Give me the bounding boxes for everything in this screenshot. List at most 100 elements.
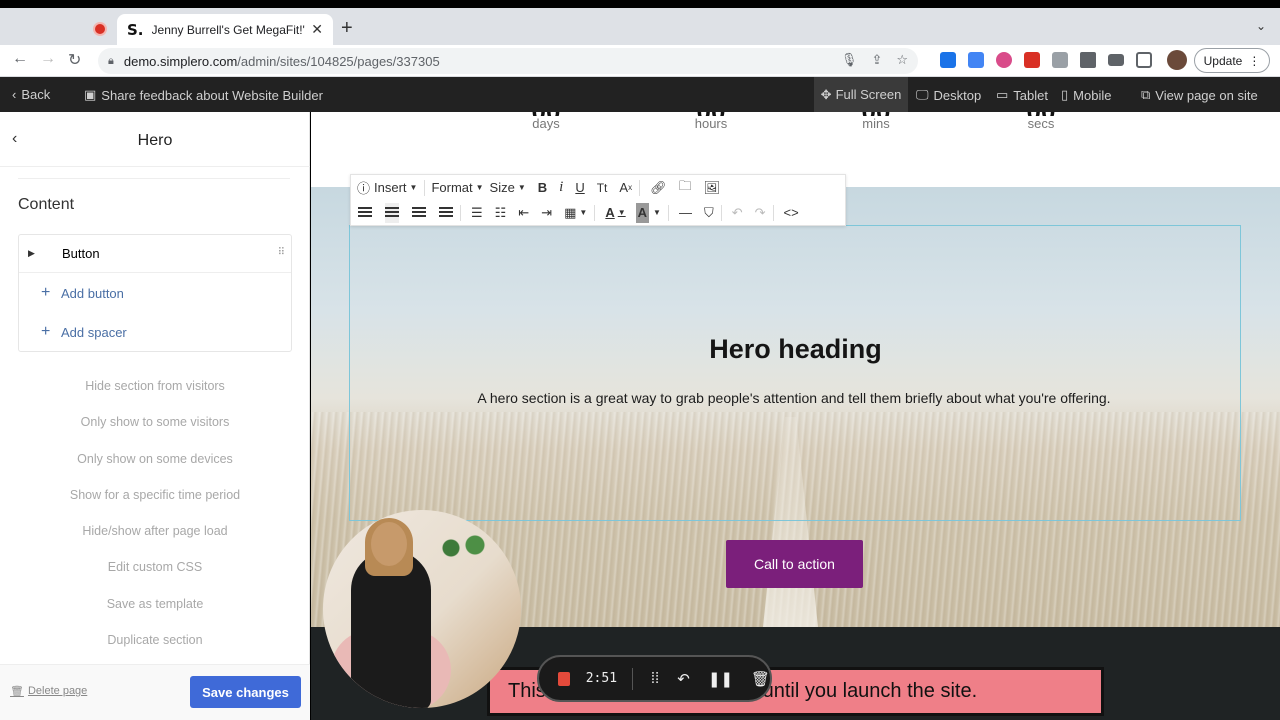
desktop-button[interactable]: 🖵︎ Desktop: [916, 87, 981, 103]
horizontal-rule-icon[interactable]: —: [679, 203, 692, 223]
option-save-template[interactable]: Save as template: [0, 595, 310, 631]
align-left-icon[interactable]: [358, 203, 372, 223]
call-to-action-button[interactable]: Call to action: [726, 540, 863, 588]
size-menu[interactable]: Size ▼: [490, 178, 526, 198]
align-center-icon[interactable]: [385, 202, 399, 223]
delete-page-link[interactable]: 🗑︎ Delete page: [10, 685, 87, 698]
chevron-down-icon[interactable]: ⌄: [1256, 19, 1266, 33]
editable-text-frame[interactable]: [349, 225, 1241, 521]
feedback-link[interactable]: ▣ Share feedback about Website Builder: [84, 87, 323, 103]
option-hide-section[interactable]: Hide section from visitors: [0, 377, 310, 413]
underline-icon[interactable]: U: [575, 178, 584, 198]
browser-tab-bar: S. Jenny Burrell's Get MegaFit!'s ✕ + ⌄: [0, 8, 1280, 45]
avatar[interactable]: [1167, 50, 1187, 70]
divider: [720, 204, 722, 221]
caret-right-icon[interactable]: ▶: [28, 248, 62, 259]
grid-icon[interactable]: ⁞⁞: [651, 670, 659, 687]
hero-text[interactable]: A hero section is a great way to grab pe…: [311, 390, 1277, 406]
share-icon[interactable]: ⇪: [871, 52, 882, 68]
option-custom-css[interactable]: Edit custom CSS: [0, 558, 310, 594]
bullet-list-icon[interactable]: ☰: [471, 203, 483, 223]
mobile-label: Mobile: [1073, 87, 1112, 103]
back-button[interactable]: ‹ Back: [12, 87, 50, 102]
view-page-link[interactable]: ⧉ View page on site: [1141, 87, 1258, 103]
update-button[interactable]: Update ⋮: [1194, 48, 1270, 73]
bookmark-icon[interactable]: ⛉: [704, 203, 714, 223]
save-changes-button[interactable]: Save changes: [190, 676, 301, 708]
lock-icon: 🔒︎: [108, 54, 114, 67]
undo-icon[interactable]: ↶: [732, 203, 743, 223]
hero-heading[interactable]: Hero heading: [311, 334, 1280, 365]
countdown-label: secs: [1027, 116, 1055, 131]
extension-red-icon[interactable]: [1024, 52, 1040, 68]
option-time-period[interactable]: Show for a specific time period: [0, 486, 310, 522]
bold-icon[interactable]: B: [538, 178, 547, 198]
text-transform-icon[interactable]: Tt: [597, 178, 608, 198]
favicon: S.: [127, 20, 144, 39]
drag-handle-icon[interactable]: ⠿: [278, 247, 285, 258]
star-icon[interactable]: ☆: [896, 52, 908, 68]
tablet-button[interactable]: ▭ Tablet: [996, 87, 1048, 103]
back-arrow-icon[interactable]: ←: [12, 50, 28, 68]
italic-icon[interactable]: i: [559, 178, 563, 198]
webcam-overlay: [323, 510, 521, 708]
divider: [424, 179, 426, 196]
url-input[interactable]: 🔒︎ demo.simplero.com/admin/sites/104825/…: [98, 48, 918, 74]
trash-icon[interactable]: 🗑︎: [751, 670, 770, 688]
countdown-label: hours: [694, 116, 728, 131]
mobile-icon: ▯: [1061, 87, 1069, 102]
insert-menu[interactable]: ⓘ Insert ▼: [357, 178, 417, 198]
recording-time: 2:51: [585, 671, 618, 686]
format-menu[interactable]: Format ▼: [431, 178, 483, 198]
builder-toolbar: ‹ Back ▣ Share feedback about Website Bu…: [0, 77, 1280, 112]
close-icon[interactable]: ✕: [311, 21, 323, 38]
media-icon[interactable]: [1108, 54, 1124, 66]
add-button-link[interactable]: + Add button: [19, 274, 291, 312]
extension-color-icon[interactable]: [996, 52, 1012, 68]
highlight-color-icon[interactable]: A: [635, 202, 650, 223]
microphone-icon[interactable]: 🎙︎: [841, 52, 858, 68]
forward-arrow-icon[interactable]: →: [40, 50, 56, 68]
puzzle-icon[interactable]: [1080, 52, 1096, 68]
divider: [772, 204, 774, 221]
align-right-icon[interactable]: [412, 203, 426, 223]
recording-indicator-icon: [95, 24, 105, 34]
panel-title: Hero: [137, 132, 173, 149]
option-some-devices[interactable]: Only show on some devices: [0, 450, 310, 486]
image-icon[interactable]: 🖼︎: [704, 178, 721, 198]
fullscreen-label: Full Screen: [835, 87, 902, 102]
translate-icon[interactable]: [968, 52, 984, 68]
add-spacer-link[interactable]: + Add spacer: [19, 313, 291, 351]
sidepanel-icon[interactable]: [1136, 52, 1152, 68]
mobile-button[interactable]: ▯ Mobile: [1061, 87, 1111, 103]
extension-v-icon[interactable]: [940, 52, 956, 68]
redo-icon[interactable]: ↷: [755, 203, 766, 223]
browser-tab[interactable]: S. Jenny Burrell's Get MegaFit!'s ✕: [117, 14, 333, 45]
clear-format-icon[interactable]: Ax: [619, 178, 632, 198]
pause-icon[interactable]: ❚❚: [708, 670, 733, 688]
list-item-button[interactable]: ▶ Button ⠿: [19, 235, 291, 273]
option-some-visitors[interactable]: Only show to some visitors: [0, 413, 310, 449]
outdent-icon[interactable]: ⇤: [518, 203, 529, 223]
url-path: /admin/sites/104825/pages/337305: [237, 53, 440, 69]
option-page-load[interactable]: Hide/show after page load: [0, 522, 310, 558]
justify-icon[interactable]: [439, 203, 453, 223]
text-color-icon[interactable]: A ▼: [605, 203, 625, 223]
fullscreen-button[interactable]: ✥ Full Screen: [814, 77, 908, 112]
numbered-list-icon[interactable]: ☷: [495, 203, 507, 223]
insert-file-icon[interactable]: 🗀: [679, 178, 692, 198]
content-list: ▶ Button ⠿ + Add button + Add spacer: [18, 234, 292, 352]
table-icon[interactable]: ▦ ▼: [564, 203, 587, 223]
code-view-icon[interactable]: <>: [784, 203, 799, 223]
stop-recording-icon[interactable]: [558, 671, 570, 686]
view-page-label: View page on site: [1155, 87, 1258, 103]
countdown-hours: 00 hours: [656, 112, 766, 131]
new-tab-icon[interactable]: +: [341, 17, 353, 40]
reload-icon[interactable]: ↻: [68, 50, 81, 70]
back-label: Back: [21, 87, 51, 102]
code-extension-icon[interactable]: [1052, 52, 1068, 68]
link-icon[interactable]: 🔗︎: [650, 178, 667, 198]
restart-icon[interactable]: ↶: [677, 670, 690, 688]
option-duplicate[interactable]: Duplicate section: [0, 631, 310, 667]
indent-icon[interactable]: ⇥: [541, 203, 552, 223]
